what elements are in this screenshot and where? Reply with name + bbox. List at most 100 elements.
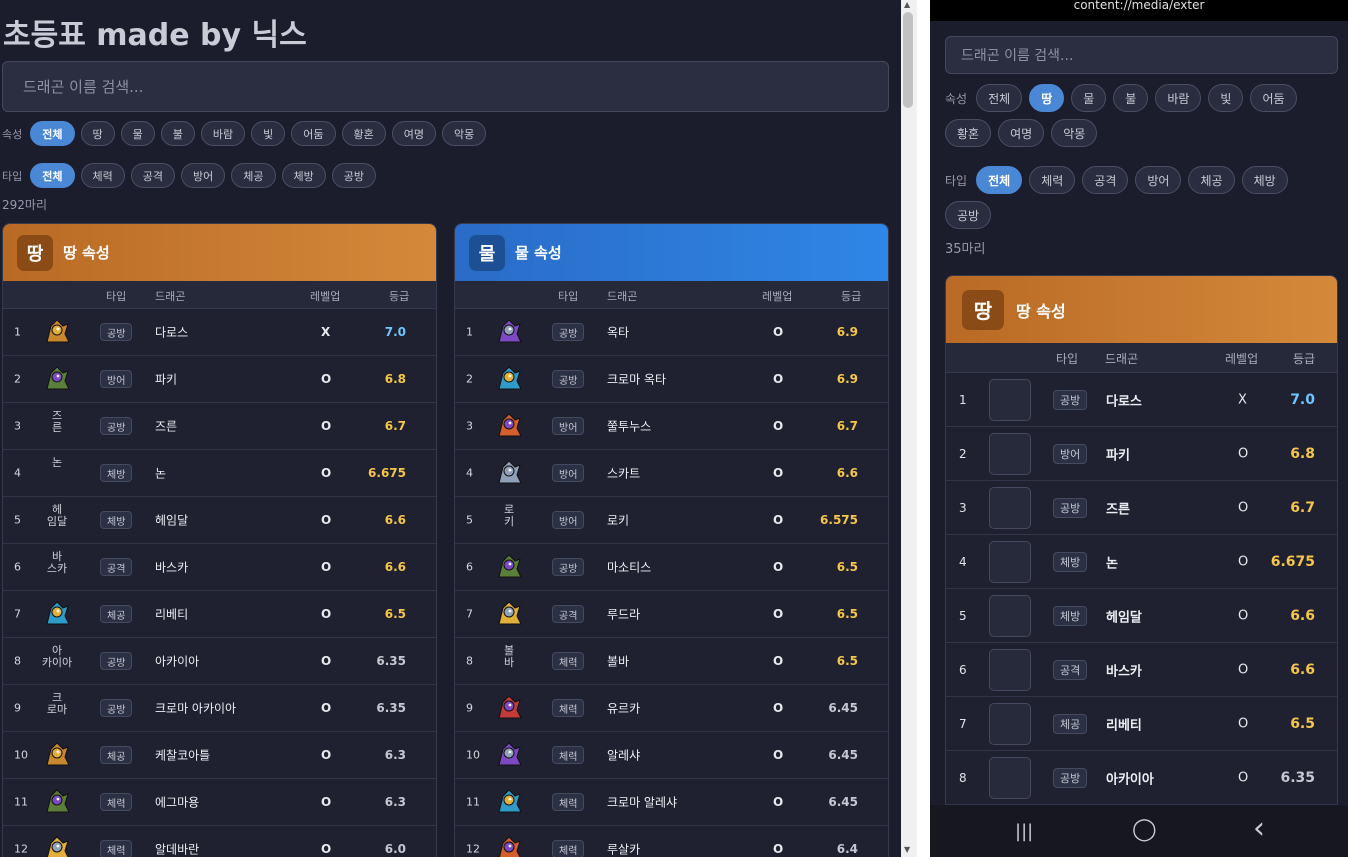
type-chip[interactable]: 체력 xyxy=(80,163,125,188)
table-row[interactable]: 7 체공 리베티 O 6.5 xyxy=(3,591,436,638)
levelup-mark: O xyxy=(1238,446,1249,461)
table-row[interactable]: 10 체공 케찰코아틀 O 6.3 xyxy=(3,732,436,779)
table-row[interactable]: 6 바 스카 공격 바스카 O 6.6 xyxy=(3,544,436,591)
mobile-attribute-chip[interactable]: 전체 xyxy=(976,84,1023,112)
back-icon[interactable]: ‹ xyxy=(1253,811,1265,846)
table-row[interactable]: 1 공방 옥타 O 6.9 xyxy=(455,309,888,356)
table-row[interactable]: 9 크 로마 공방 크로마 아카이아 O 6.35 xyxy=(3,685,436,732)
rank-number: 7 xyxy=(466,607,473,621)
table-row[interactable]: 6 공격 바스카 O 6.6 xyxy=(946,643,1337,697)
mobile-attribute-chip[interactable]: 땅 xyxy=(1029,84,1065,112)
table-row[interactable]: 12 체력 루살카 O 6.4 xyxy=(455,826,888,857)
mobile-attribute-chip[interactable]: 여명 xyxy=(998,119,1045,147)
mobile-search-input[interactable]: 드래곤 이름 검색... xyxy=(945,36,1338,74)
scroll-down-arrow-icon[interactable]: ▼ xyxy=(904,845,910,854)
table-row[interactable]: 3 방어 쭐투누스 O 6.7 xyxy=(455,403,888,450)
type-chip[interactable]: 체방 xyxy=(281,163,326,188)
dragon-name: 리베티 xyxy=(1106,718,1142,733)
table-row[interactable]: 8 아 카이아 공방 아카이아 O 6.35 xyxy=(3,638,436,685)
header-grade: 등급 xyxy=(389,290,410,303)
type-badge: 체방 xyxy=(1053,605,1088,626)
mobile-type-label: 타입 xyxy=(945,173,968,188)
rank-number: 5 xyxy=(959,608,967,623)
home-icon[interactable]: ◯ xyxy=(1132,817,1157,842)
rank-number: 11 xyxy=(466,795,480,809)
table-row[interactable]: 2 방어 파키 O 6.8 xyxy=(946,427,1337,481)
table-row[interactable]: 9 체력 유르카 O 6.45 xyxy=(455,685,888,732)
mobile-attribute-chip[interactable]: 물 xyxy=(1071,84,1107,112)
mobile-attribute-chip[interactable]: 어둠 xyxy=(1250,84,1297,112)
mobile-attribute-chip[interactable]: 황혼 xyxy=(945,119,992,147)
table-row[interactable]: 7 체공 리베티 O 6.5 xyxy=(946,697,1337,751)
earth-badge: 땅 xyxy=(17,234,53,271)
recent-apps-icon[interactable]: ||| xyxy=(1015,821,1033,842)
table-row[interactable]: 4 체방 논 O 6.675 xyxy=(946,535,1337,589)
table-row[interactable]: 11 체력 에그마용 O 6.3 xyxy=(3,779,436,826)
mobile-type-chip[interactable]: 공방 xyxy=(945,201,992,229)
levelup-mark: O xyxy=(773,842,784,856)
type-filter: 타입 전체 체력 공격 방어 체공 체방 공방 xyxy=(2,163,376,188)
mobile-type-chip[interactable]: 체력 xyxy=(1029,166,1076,194)
table-row[interactable]: 8 볼 바 체력 볼바 O 6.5 xyxy=(455,638,888,685)
table-row[interactable]: 12 체력 알데바란 O 6.0 xyxy=(3,826,436,857)
table-row[interactable]: 5 로 키 방어 로키 O 6.575 xyxy=(455,497,888,544)
attribute-chip[interactable]: 어둠 xyxy=(291,121,336,146)
attribute-chip[interactable]: 악몽 xyxy=(442,121,487,146)
attribute-chip[interactable]: 빛 xyxy=(251,121,286,146)
table-row[interactable]: 1 공방 다로스 X 7.0 xyxy=(3,309,436,356)
attribute-chip[interactable]: 황혼 xyxy=(341,121,386,146)
attribute-chip[interactable]: 전체 xyxy=(30,121,75,146)
table-row[interactable]: 11 체력 크로마 알레샤 O 6.45 xyxy=(455,779,888,826)
scroll-thumb[interactable] xyxy=(903,12,913,108)
mobile-type-chip[interactable]: 체공 xyxy=(1188,166,1235,194)
levelup-mark: O xyxy=(1238,500,1249,515)
dragon-icon xyxy=(41,363,73,395)
mobile-attribute-chip[interactable]: 악몽 xyxy=(1051,119,1098,147)
table-row[interactable]: 2 공방 크로마 옥타 O 6.9 xyxy=(455,356,888,403)
page-scrollbar[interactable] xyxy=(901,0,917,857)
mobile-attribute-chip[interactable]: 바람 xyxy=(1155,84,1202,112)
url-bar[interactable]: content://media/exter xyxy=(930,0,1348,21)
table-row[interactable]: 6 공방 마소티스 O 6.5 xyxy=(455,544,888,591)
mobile-type-chip[interactable]: 체방 xyxy=(1241,166,1288,194)
attribute-chip[interactable]: 물 xyxy=(120,121,155,146)
mobile-type-chip[interactable]: 공격 xyxy=(1082,166,1129,194)
mobile-earth-panel: 땅 땅 속성 타입 드래곤 레벨업 등급 1 공방 다로스 X 7.0 2 방어 파키 O 6.8… xyxy=(945,275,1338,835)
mobile-type-chip[interactable]: 전체 xyxy=(976,166,1023,194)
mobile-type-chip[interactable]: 방어 xyxy=(1135,166,1182,194)
table-row[interactable]: 4 논 체방 논 O 6.675 xyxy=(3,450,436,497)
mobile-attribute-chip[interactable]: 빛 xyxy=(1208,84,1244,112)
table-row[interactable]: 8 공방 아카이아 O 6.35 xyxy=(946,751,1337,805)
table-row[interactable]: 5 체방 헤임달 O 6.6 xyxy=(946,589,1337,643)
search-input[interactable]: 드래곤 이름 검색... xyxy=(2,61,889,112)
dragon-icon xyxy=(493,739,525,771)
attribute-chip[interactable]: 땅 xyxy=(80,121,115,146)
scroll-up-arrow-icon[interactable]: ▲ xyxy=(904,0,910,9)
grade-value: 6.675 xyxy=(368,466,406,480)
rank-number: 6 xyxy=(14,560,21,574)
attribute-chip-group: 전체 땅 물 불 바람 빛 어둠 황혼 여명 악몽 xyxy=(30,121,487,146)
rank-number: 4 xyxy=(466,466,473,480)
table-row[interactable]: 3 공방 즈른 O 6.7 xyxy=(946,481,1337,535)
table-row[interactable]: 3 즈 른 공방 즈른 O 6.7 xyxy=(3,403,436,450)
earth-table-body: 1 공방 다로스 X 7.0 2 방어 파키 O 6.8 3 즈 른 공방 즈른 O 6.7 4 논 체방 논 O 6.6… xyxy=(3,309,436,857)
table-row[interactable]: 2 방어 파키 O 6.8 xyxy=(3,356,436,403)
type-chip[interactable]: 공격 xyxy=(130,163,175,188)
type-chip[interactable]: 방어 xyxy=(181,163,226,188)
type-chip[interactable]: 체공 xyxy=(231,163,276,188)
table-row[interactable]: 4 방어 스카트 O 6.6 xyxy=(455,450,888,497)
attribute-chip[interactable]: 여명 xyxy=(391,121,436,146)
mobile-attribute-chip[interactable]: 불 xyxy=(1113,84,1149,112)
attribute-chip[interactable]: 불 xyxy=(160,121,195,146)
dragon-name: 다로스 xyxy=(1106,394,1142,409)
table-row[interactable]: 5 헤 임달 체방 헤임달 O 6.6 xyxy=(3,497,436,544)
type-chip[interactable]: 전체 xyxy=(30,163,75,188)
attribute-chip[interactable]: 바람 xyxy=(200,121,246,146)
type-badge: 체공 xyxy=(100,746,133,764)
table-row[interactable]: 1 공방 다로스 X 7.0 xyxy=(946,373,1337,427)
table-row[interactable]: 7 공격 루드라 O 6.5 xyxy=(455,591,888,638)
table-row[interactable]: 10 체력 알레샤 O 6.45 xyxy=(455,732,888,779)
type-chip[interactable]: 공방 xyxy=(331,163,376,188)
type-filter-label: 타입 xyxy=(2,169,23,183)
rank-number: 3 xyxy=(14,419,21,433)
